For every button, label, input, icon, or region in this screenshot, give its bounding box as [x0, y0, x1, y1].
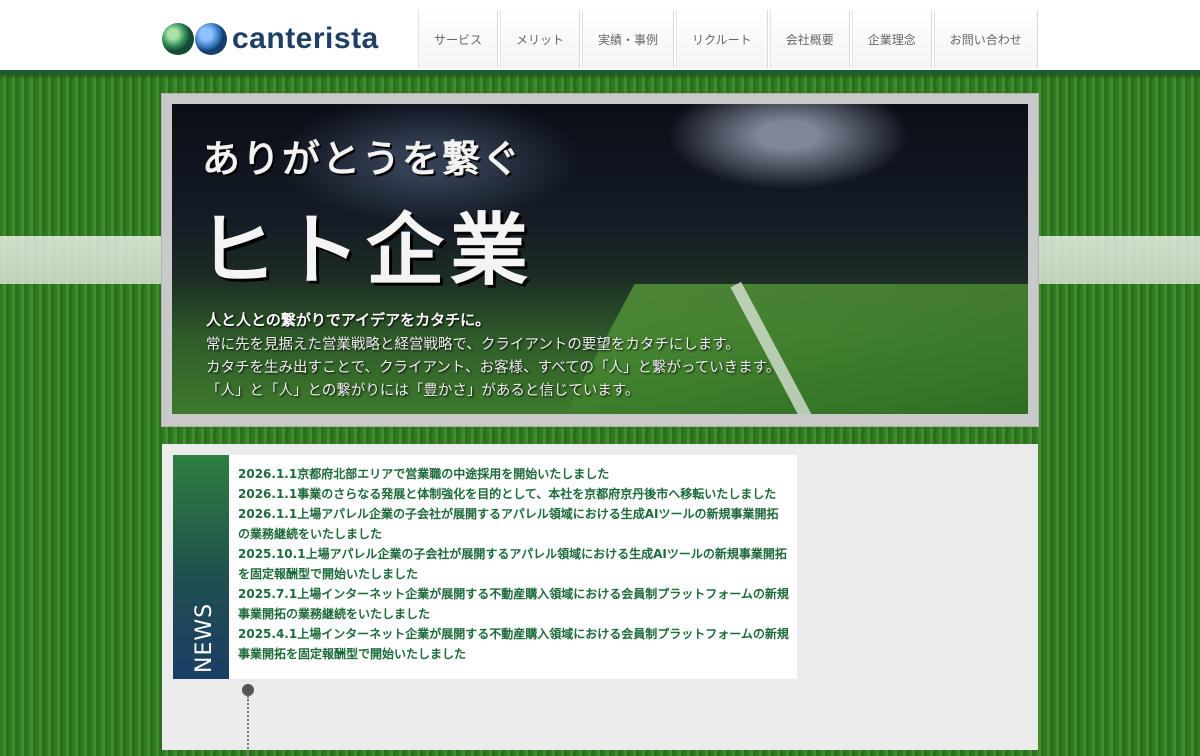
- news-label-text: NEWS: [192, 602, 217, 673]
- hero-description-line: 「人」と「人」との繋がりには「豊かさ」があると信じています。: [206, 383, 640, 399]
- news-item[interactable]: 2026.1.1京都府北部エリアで営業職の中途採用を開始いたしました: [238, 464, 789, 484]
- site-header: canterista サービス メリット 実績・事例 リクルート 会社概要 企業…: [0, 0, 1200, 75]
- hero-description-line: カタチを生み出すことで、クライアント、お客様、すべての「人」と繋がっていきます。: [206, 360, 781, 376]
- main-nav: サービス メリット 実績・事例 リクルート 会社概要 企業理念 お問い合わせ: [418, 10, 1040, 68]
- news-section: NEWS 2026.1.1京都府北部エリアで営業職の中途採用を開始いたしました …: [162, 444, 1038, 756]
- nav-item-contact[interactable]: お問い合わせ: [933, 10, 1038, 68]
- hero-lead: 人と人との繋がりでアイデアをカタチに。: [206, 311, 491, 329]
- logo-balls-icon: [162, 22, 228, 56]
- news-list: 2026.1.1京都府北部エリアで営業職の中途採用を開始いたしました 2026.…: [229, 455, 797, 664]
- nav-item-merit[interactable]: メリット: [500, 10, 581, 68]
- nav-item-service[interactable]: サービス: [418, 10, 499, 68]
- hero-description-line: 常に先を見据えた営業戦略と経営戦略で、クライアントの要望をカタチにします。: [206, 337, 740, 353]
- logo-text: canterista: [232, 22, 379, 55]
- hero-banner: ありがとうを繋ぐ ヒト企業 人と人との繋がりでアイデアをカタチに。 常に先を見据…: [162, 94, 1038, 426]
- news-item[interactable]: 2025.7.1上場インターネット企業が展開する不動産購入領域における会員制プラ…: [238, 584, 789, 624]
- logo[interactable]: canterista: [162, 21, 379, 57]
- nav-item-recruit[interactable]: リクルート: [676, 10, 768, 68]
- timeline-dot: [242, 684, 254, 696]
- news-label: NEWS: [173, 455, 229, 679]
- timeline-line: [247, 696, 249, 756]
- news-list-box[interactable]: 2026.1.1京都府北部エリアで営業職の中途採用を開始いたしました 2026.…: [229, 455, 797, 679]
- hero-image: ありがとうを繋ぐ ヒト企業 人と人との繋がりでアイデアをカタチに。 常に先を見据…: [172, 104, 1028, 414]
- hero-description: 常に先を見据えた営業戦略と経営戦略で、クライアントの要望をカタチにします。 カタ…: [206, 334, 846, 403]
- nav-item-philosophy[interactable]: 企業理念: [851, 10, 932, 68]
- news-item[interactable]: 2025.10.1上場アパレル企業の子会社が展開するアパレル領域における生成AI…: [238, 544, 789, 584]
- nav-item-company[interactable]: 会社概要: [769, 10, 850, 68]
- nav-item-cases[interactable]: 実績・事例: [582, 10, 675, 68]
- news-item[interactable]: 2025.4.1上場インターネット企業が展開する不動産購入領域における会員制プラ…: [238, 624, 789, 664]
- news-item[interactable]: 2026.1.1事業のさらなる発展と体制強化を目的として、本社を京都府京丹後市へ…: [238, 484, 789, 504]
- news-item[interactable]: 2026.1.1上場アパレル企業の子会社が展開するアパレル領域における生成AIツ…: [238, 504, 789, 544]
- hero-title: ありがとうを繋ぐ: [202, 137, 523, 181]
- hero-headline: ヒト企業: [198, 206, 535, 296]
